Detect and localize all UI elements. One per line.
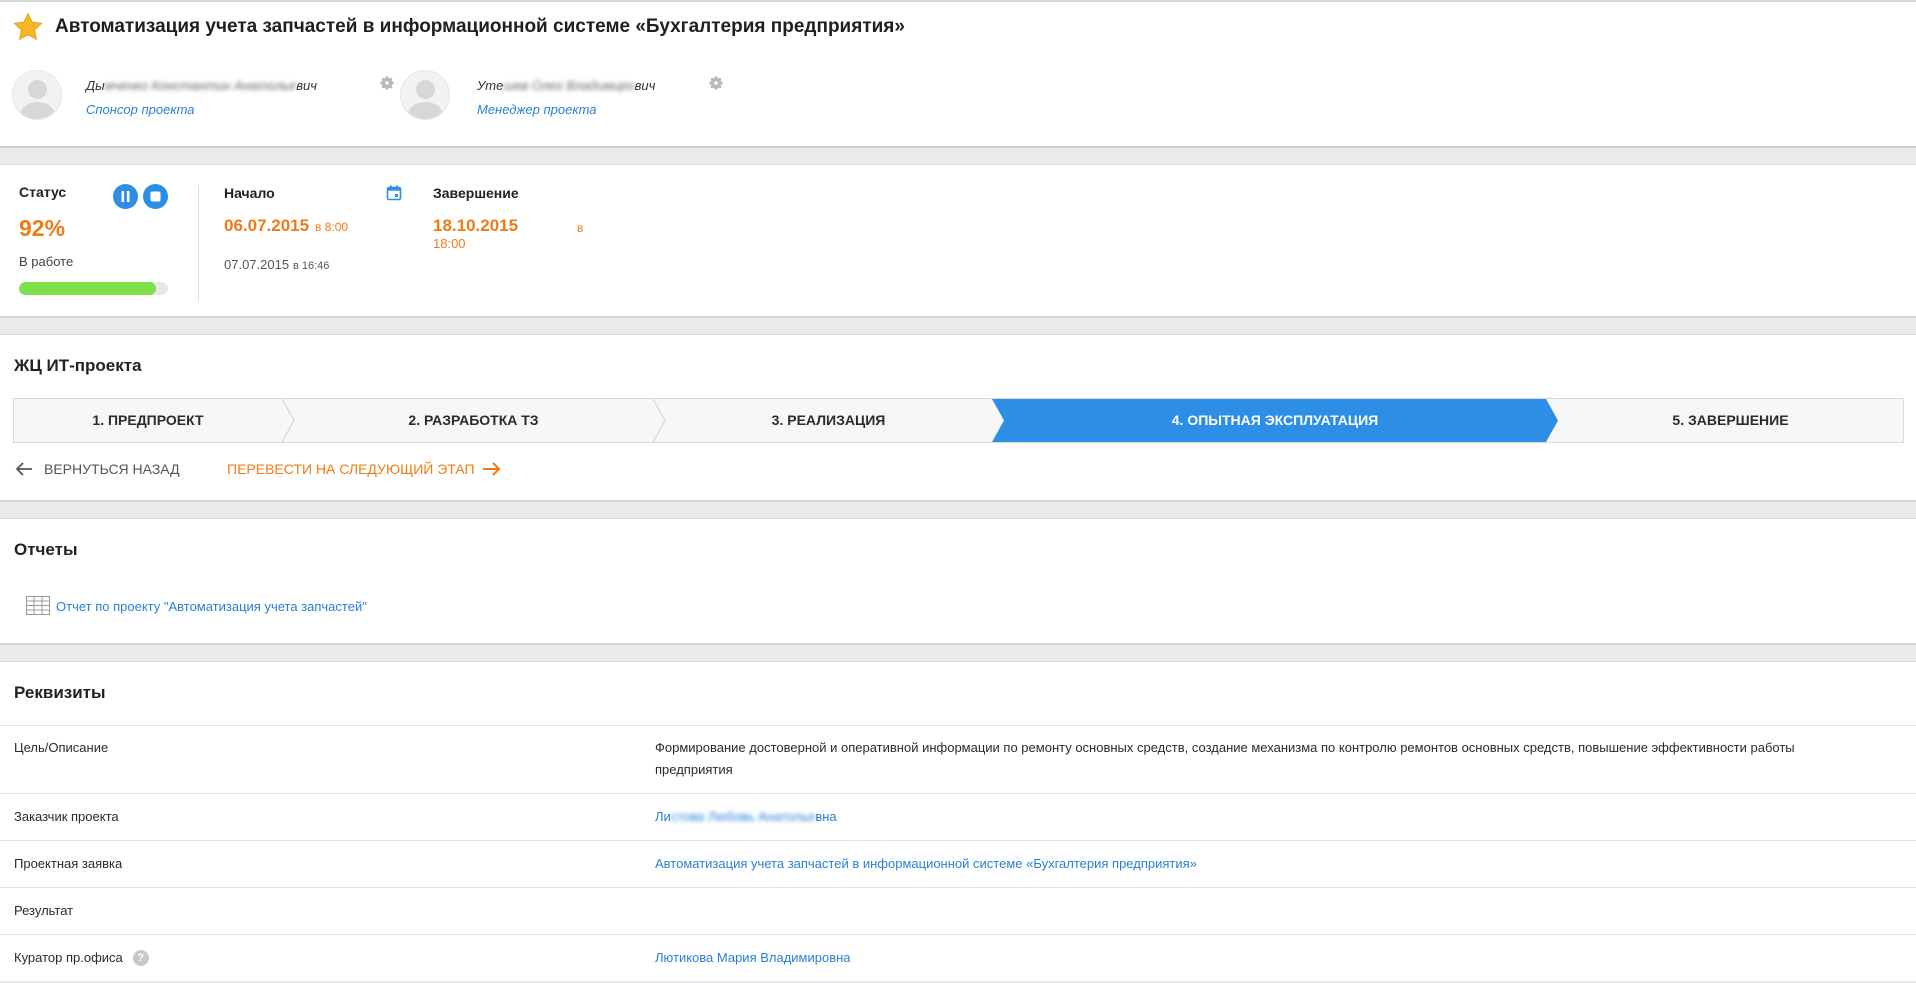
status-state: В работе bbox=[19, 254, 74, 269]
pause-icon bbox=[121, 191, 130, 202]
status-panel: Статус 92% В работе Начало 06.07.2015 в … bbox=[0, 164, 1916, 318]
req-customer-link[interactable]: Листова Любовь Анатольевна bbox=[655, 806, 1865, 828]
req-application-link[interactable]: Автоматизация учета запчастей в информац… bbox=[655, 853, 1865, 875]
req-row-application: Проектная заявка Автоматизация учета зап… bbox=[0, 840, 1916, 888]
req-row-curator: Куратор пр.офиса? Лютикова Мария Владими… bbox=[0, 934, 1916, 983]
stage-3[interactable]: 3. РЕАЛИЗАЦИЯ bbox=[665, 399, 992, 442]
start-actual: 07.07.2015 в 16:46 bbox=[224, 256, 329, 272]
help-icon[interactable]: ? bbox=[132, 950, 149, 966]
end-label: Завершение bbox=[433, 185, 519, 201]
back-label: ВЕРНУТЬСЯ НАЗАД bbox=[44, 461, 180, 477]
req-key: Цель/Описание bbox=[14, 740, 109, 755]
requisites-panel: Реквизиты Цель/Описание Формирование дос… bbox=[0, 661, 1916, 981]
req-key: Заказчик проекта bbox=[14, 809, 119, 824]
lifecycle-panel: ЖЦ ИТ-проекта 1. ПРЕДПРОЕКТ 2. РАЗРАБОТК… bbox=[0, 334, 1916, 502]
status-percent: 92% bbox=[19, 215, 66, 241]
stage-2[interactable]: 2. РАЗРАБОТКА ТЗ bbox=[294, 399, 653, 442]
sponsor-name[interactable]: Дымченко Константин Анатольевич bbox=[86, 78, 317, 93]
sponsor-role: Спонсор проекта bbox=[86, 102, 195, 117]
stage-bar: 1. ПРЕДПРОЕКТ 2. РАЗРАБОТКА ТЗ 3. РЕАЛИЗ… bbox=[13, 398, 1904, 443]
start-label: Начало bbox=[224, 185, 275, 201]
arrow-right-icon bbox=[482, 462, 501, 476]
manager-role: Менеджер проекта bbox=[477, 102, 597, 117]
calendar-icon[interactable] bbox=[386, 185, 402, 201]
end-in: в bbox=[577, 221, 584, 235]
status-progress-bar bbox=[19, 282, 168, 295]
start-planned: 06.07.2015 в 8:00 bbox=[224, 216, 348, 236]
manager-avatar bbox=[400, 70, 450, 120]
start-date: 06.07.2015 bbox=[224, 216, 310, 235]
req-row-description: Цель/Описание Формирование достоверной и… bbox=[0, 725, 1916, 794]
table-icon bbox=[26, 596, 50, 615]
project-title: Автоматизация учета запчастей в информац… bbox=[55, 16, 905, 37]
project-header: Автоматизация учета запчастей в информац… bbox=[0, 0, 1916, 148]
status-divider bbox=[198, 185, 199, 301]
stop-icon bbox=[150, 191, 161, 202]
next-stage-button[interactable]: ПЕРЕВЕСТИ НА СЛЕДУЮЩИЙ ЭТАП bbox=[227, 461, 503, 477]
status-progress-fill bbox=[19, 282, 157, 295]
req-curator-link[interactable]: Лютикова Мария Владимировна bbox=[655, 947, 1865, 969]
req-value: Формирование достоверной и оперативной и… bbox=[655, 740, 1795, 777]
stage-1[interactable]: 1. ПРЕДПРОЕКТ bbox=[14, 399, 282, 442]
arrow-left-icon bbox=[15, 462, 32, 476]
req-key: Результат bbox=[14, 903, 74, 918]
sponsor-avatar bbox=[12, 70, 62, 120]
end-date: 18.10.2015 bbox=[433, 216, 519, 235]
reports-title: Отчеты bbox=[14, 540, 78, 559]
pause-button[interactable] bbox=[113, 184, 138, 209]
req-key: Проектная заявка bbox=[14, 856, 123, 871]
next-stage-label: ПЕРЕВЕСТИ НА СЛЕДУЮЩИЙ ЭТАП bbox=[227, 461, 475, 477]
stop-button[interactable] bbox=[143, 184, 168, 209]
manager-name[interactable]: Утешев Олег Владимирович bbox=[477, 78, 655, 93]
start-fact-time: в 16:46 bbox=[292, 260, 330, 272]
lifecycle-title: ЖЦ ИТ-проекта bbox=[14, 356, 142, 375]
requisites-title: Реквизиты bbox=[14, 683, 106, 702]
req-row-result: Результат bbox=[0, 887, 1916, 935]
end-time: 18:00 bbox=[433, 236, 466, 251]
favorite-star-icon[interactable] bbox=[12, 11, 44, 43]
back-button[interactable]: ВЕРНУТЬСЯ НАЗАД bbox=[14, 461, 180, 477]
req-row-customer: Заказчик проекта Листова Любовь Анатолье… bbox=[0, 793, 1916, 841]
reports-panel: Отчеты Отчет по проекту "Автоматизация у… bbox=[0, 518, 1916, 645]
report-link[interactable]: Отчет по проекту "Автоматизация учета за… bbox=[56, 599, 367, 614]
sponsor-settings-gear-icon[interactable] bbox=[378, 74, 396, 92]
manager-settings-gear-icon[interactable] bbox=[707, 74, 725, 92]
start-fact-date: 07.07.2015 bbox=[224, 257, 290, 272]
start-time: в 8:00 bbox=[314, 220, 349, 234]
req-key-curator: Куратор пр.офиса? bbox=[14, 950, 149, 966]
status-label: Статус bbox=[19, 184, 67, 200]
stage-4[interactable]: 4. ОПЫТНАЯ ЭКСПЛУАТАЦИЯ bbox=[1004, 399, 1546, 442]
stage-5[interactable]: 5. ЗАВЕРШЕНИЕ bbox=[1558, 399, 1903, 442]
